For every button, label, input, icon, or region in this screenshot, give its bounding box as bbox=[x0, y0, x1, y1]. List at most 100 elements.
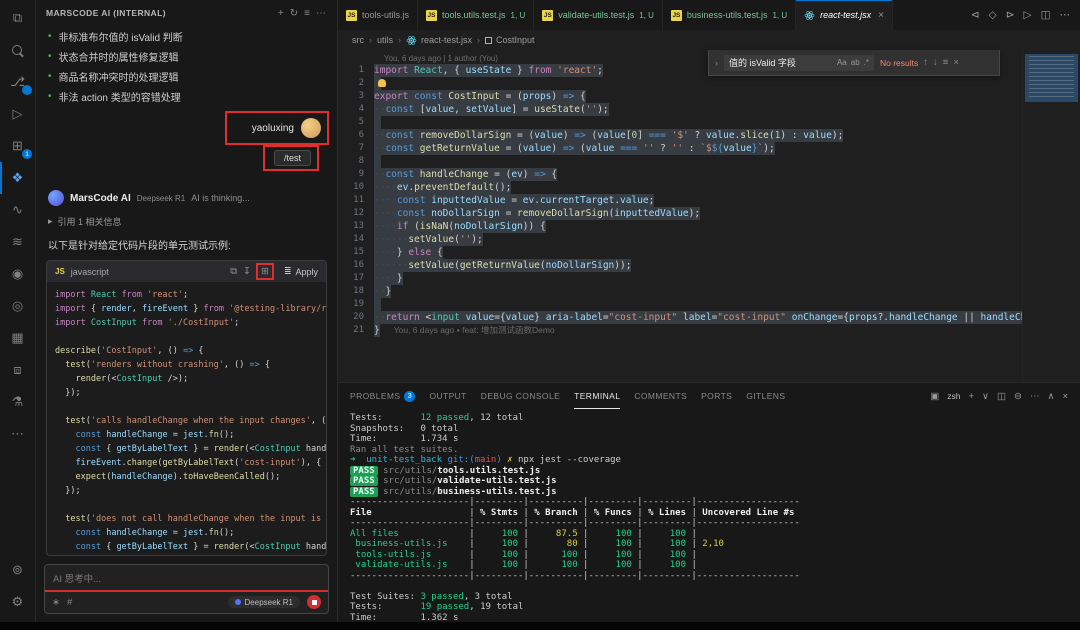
kill-terminal-icon[interactable]: ⊖ bbox=[1014, 391, 1022, 402]
regex-toggle[interactable]: .* bbox=[864, 58, 869, 67]
line-number: 8 bbox=[338, 155, 374, 168]
apply-button[interactable]: ≣ Apply bbox=[284, 266, 318, 277]
symbol-icon bbox=[485, 37, 492, 44]
breadcrumb-item-src[interactable]: src bbox=[352, 35, 364, 45]
find-in-selection-icon[interactable]: ≡ bbox=[943, 57, 949, 68]
activity-account[interactable]: ⊚ bbox=[0, 554, 35, 586]
attach-icon[interactable]: ∗ bbox=[52, 597, 60, 608]
compare-icon[interactable]: ◇ bbox=[989, 9, 997, 21]
panel-tab-TERMINAL[interactable]: TERMINAL bbox=[574, 383, 620, 409]
bullet-icon: • bbox=[48, 91, 52, 102]
stop-generation-button[interactable] bbox=[307, 595, 321, 609]
tab-business-utils.test.js[interactable]: JSbusiness-utils.test.js1, U bbox=[663, 0, 796, 30]
split-editor-icon[interactable]: ◫ bbox=[1041, 9, 1051, 21]
new-file-icon[interactable]: ⊞ bbox=[256, 263, 274, 280]
bullet-icon: • bbox=[48, 51, 52, 62]
tab-react-test.jsx[interactable]: react-test.jsx× bbox=[796, 0, 893, 30]
tab-validate-utils.test.js[interactable]: JSvalidate-utils.test.js1, U bbox=[534, 0, 663, 30]
activity-settings[interactable]: ⚙ bbox=[0, 586, 35, 618]
new-chat-icon[interactable]: + bbox=[277, 8, 285, 19]
activity-search[interactable] bbox=[0, 34, 35, 66]
model-chip[interactable]: Deepseek R1 bbox=[228, 596, 300, 608]
more-icon[interactable]: ⋯ bbox=[1030, 391, 1040, 402]
settings-icon: ⚙ bbox=[12, 594, 24, 610]
apply-label: Apply bbox=[295, 267, 318, 277]
code-area[interactable]: You, 6 days ago | 1 author (You) 1import… bbox=[338, 50, 1022, 382]
editor: You, 6 days ago | 1 author (You) 1import… bbox=[338, 50, 1080, 382]
topic-item[interactable]: •商品名称冲突时的处理逻辑 bbox=[36, 66, 337, 86]
tab-tools-utils.js[interactable]: JStools-utils.js bbox=[338, 0, 418, 30]
close-icon[interactable]: × bbox=[878, 10, 884, 21]
topic-item[interactable]: •非标准布尔值的 isValid 判断 bbox=[36, 26, 337, 46]
panel-tab-COMMENTS[interactable]: COMMENTS bbox=[634, 383, 687, 409]
nav-forward-icon[interactable]: ⊳ bbox=[1006, 9, 1015, 21]
reference-label: 引用 1 相关信息 bbox=[58, 215, 122, 228]
activity-play-circle[interactable]: ◉ bbox=[0, 258, 35, 290]
context-icon[interactable]: # bbox=[67, 597, 72, 608]
find-widget: › 值的 isValid 字段 Aa ab .* No results ↑ ↓ … bbox=[708, 50, 1000, 76]
whole-word-toggle[interactable]: ab bbox=[851, 58, 860, 67]
code-line: 6··const removeDollarSign = (value) => (… bbox=[338, 129, 1022, 142]
activity-layers[interactable]: ⧈ bbox=[0, 354, 35, 386]
code-line: 2 bbox=[338, 77, 1022, 90]
split-terminal-icon[interactable]: ◫ bbox=[997, 391, 1006, 402]
more-icon[interactable]: ⋯ bbox=[1060, 9, 1071, 21]
maximize-panel-icon[interactable]: ∧ bbox=[1047, 391, 1054, 402]
chat-input[interactable]: AI 思考中... bbox=[45, 565, 328, 590]
copy-icon[interactable]: ⧉ bbox=[229, 266, 238, 277]
breadcrumb-item-CostInput[interactable]: CostInput bbox=[485, 35, 535, 45]
close-panel-icon[interactable]: × bbox=[1062, 391, 1068, 402]
js-icon: JS bbox=[346, 10, 357, 21]
reference-row[interactable]: ▸ 引用 1 相关信息 bbox=[36, 215, 337, 228]
activity-waves[interactable]: ≋ bbox=[0, 226, 35, 258]
breadcrumb-item-react-test.jsx[interactable]: react-test.jsx bbox=[406, 35, 472, 46]
chevron-down-icon[interactable]: ∨ bbox=[982, 391, 989, 402]
find-input[interactable]: 值的 isValid 字段 Aa ab .* bbox=[723, 54, 875, 72]
activity-marscode[interactable]: ❖ bbox=[0, 162, 35, 194]
account-icon: ⊚ bbox=[12, 562, 23, 578]
activity-run-debug[interactable]: ▷ bbox=[0, 98, 35, 130]
line-number: 10 bbox=[338, 181, 374, 194]
find-next-icon[interactable]: ↓ bbox=[933, 57, 938, 68]
user-command-chip[interactable]: /test bbox=[274, 150, 311, 166]
activity-badge: 1 bbox=[22, 149, 32, 159]
terminal-line: validate-utils.js | 100 | 100 | 100 | 10… bbox=[350, 560, 1080, 571]
panel-tab-OUTPUT[interactable]: OUTPUT bbox=[429, 383, 466, 409]
panel-tab-PROBLEMS[interactable]: PROBLEMS3 bbox=[350, 383, 415, 409]
tab-git-status: 1, U bbox=[511, 11, 526, 20]
new-terminal-icon[interactable]: + bbox=[968, 391, 974, 402]
activity-extensions[interactable]: ⊞1 bbox=[0, 130, 35, 162]
activity-source-control[interactable]: ⎇ bbox=[0, 66, 35, 98]
topic-item[interactable]: •非法 action 类型的容错处理 bbox=[36, 86, 337, 106]
lightbulb-icon[interactable] bbox=[378, 79, 386, 87]
find-close-icon[interactable]: × bbox=[953, 57, 959, 68]
find-prev-icon[interactable]: ↑ bbox=[923, 57, 928, 68]
terminal-line: Test Suites: 3 passed, 3 total bbox=[350, 592, 1080, 603]
panel-tab-PORTS[interactable]: PORTS bbox=[701, 383, 732, 409]
activity-target[interactable]: ◎ bbox=[0, 290, 35, 322]
tab-tools.utils.test.js[interactable]: JStools.utils.test.js1, U bbox=[418, 0, 534, 30]
panel-tab-GITLENS[interactable]: GITLENS bbox=[746, 383, 785, 409]
breadcrumb-item-utils[interactable]: utils bbox=[377, 35, 393, 45]
activity-grid[interactable]: ▦ bbox=[0, 322, 35, 354]
match-case-toggle[interactable]: Aa bbox=[837, 58, 847, 67]
code-line: 12····const noDollarSign = removeDollarS… bbox=[338, 207, 1022, 220]
activity-more[interactable]: ⋯ bbox=[0, 418, 35, 450]
insert-icon[interactable]: ↧ bbox=[242, 266, 252, 277]
snippet-code[interactable]: import React from 'react';import { rende… bbox=[47, 282, 326, 555]
panel-tab-DEBUG CONSOLE[interactable]: DEBUG CONSOLE bbox=[481, 383, 560, 409]
terminal-icon[interactable]: ▣ bbox=[930, 391, 939, 402]
activity-files[interactable]: ⧉ bbox=[0, 2, 35, 34]
find-expand-icon[interactable]: › bbox=[715, 58, 718, 68]
tab-git-status: 1, U bbox=[772, 11, 787, 20]
history-icon[interactable]: ↻ bbox=[289, 8, 299, 19]
minimap[interactable] bbox=[1022, 50, 1080, 382]
nav-back-icon[interactable]: ⊲ bbox=[971, 9, 980, 21]
activity-chart[interactable]: ∿ bbox=[0, 194, 35, 226]
terminal-output[interactable]: Tests: 12 passed, 12 totalSnapshots: 0 t… bbox=[338, 409, 1080, 622]
topic-item[interactable]: •状态合并时的属性修复逻辑 bbox=[36, 46, 337, 66]
run-icon[interactable]: ▷ bbox=[1024, 9, 1032, 21]
layout-icon[interactable]: ≡ bbox=[303, 8, 311, 19]
activity-beaker[interactable]: ⚗ bbox=[0, 386, 35, 418]
more-icon[interactable]: ⋯ bbox=[315, 8, 327, 19]
